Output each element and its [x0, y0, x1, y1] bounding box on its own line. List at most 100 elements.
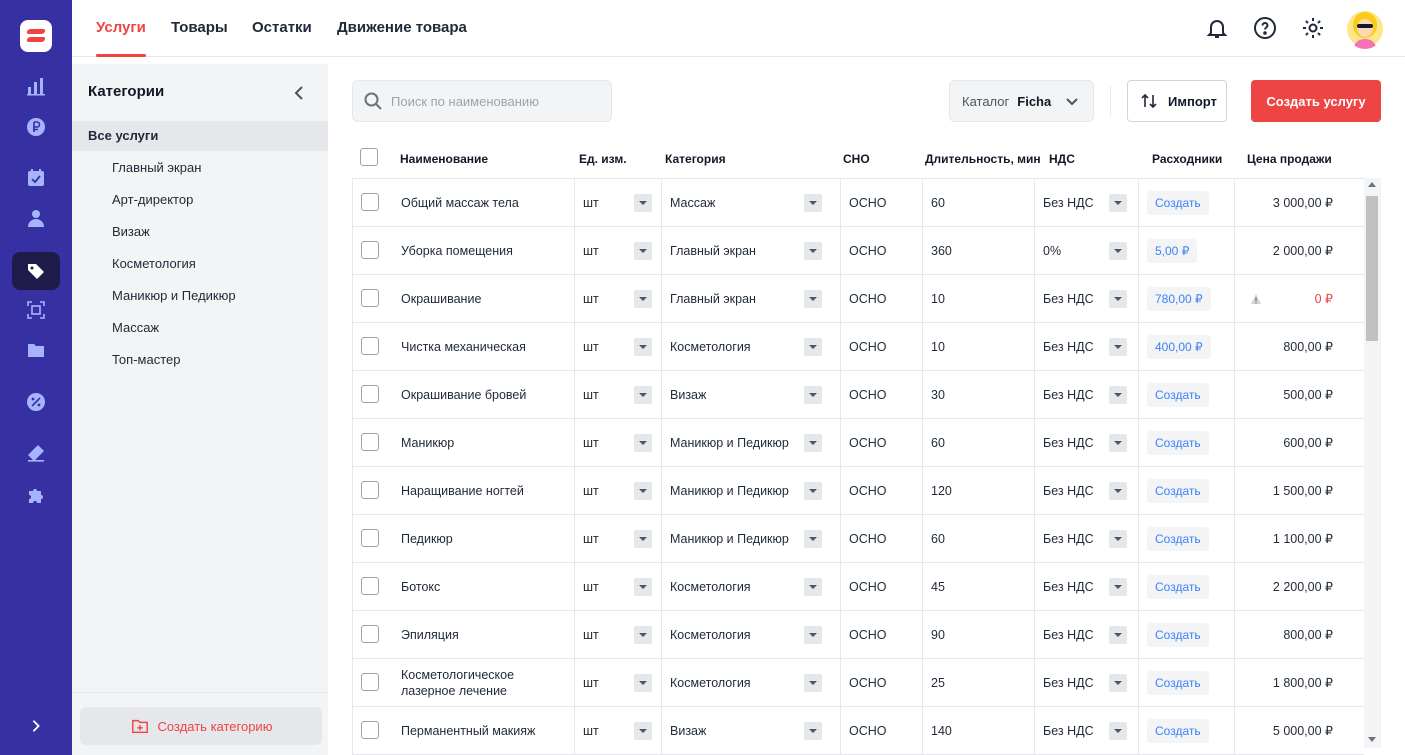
vat-dropdown[interactable]	[1109, 434, 1127, 452]
create-supplies-button[interactable]: Создать	[1147, 383, 1209, 407]
service-name[interactable]: Маникюр	[401, 419, 571, 466]
puzzle-icon[interactable]	[12, 476, 60, 514]
table-row[interactable]: Общий массаж тела шт Массаж ОСНО 60 Без НДС Со…	[353, 179, 1364, 227]
unit-dropdown[interactable]	[634, 242, 652, 260]
create-supplies-button[interactable]: Создать	[1147, 671, 1209, 695]
select-all-checkbox[interactable]	[360, 148, 378, 166]
table-row[interactable]: Косметологическое лазерное лечение шт Косм…	[353, 659, 1364, 707]
supplies-value[interactable]: 400,00 ₽	[1147, 335, 1211, 359]
table-row[interactable]: Чистка механическая шт Косметология ОСНО 10 Б…	[353, 323, 1364, 371]
vat-dropdown[interactable]	[1109, 386, 1127, 404]
unit-dropdown[interactable]	[634, 530, 652, 548]
unit-dropdown[interactable]	[634, 722, 652, 740]
user-icon[interactable]	[12, 199, 60, 237]
vat-dropdown[interactable]	[1109, 338, 1127, 356]
sidebar-item-makeup[interactable]: Визаж	[72, 217, 328, 247]
sale-price[interactable]: 800,00 ₽	[1283, 323, 1333, 370]
table-row[interactable]: Уборка помещения шт Главный экран ОСНО 360 0%…	[353, 227, 1364, 275]
category-dropdown[interactable]	[804, 194, 822, 212]
category-dropdown[interactable]	[804, 530, 822, 548]
tab-services[interactable]: Услуги	[96, 0, 146, 57]
create-category-button[interactable]: Создать категорию	[80, 707, 322, 745]
gear-icon[interactable]	[1301, 16, 1325, 40]
tab-goods-movement[interactable]: Движение товара	[337, 0, 467, 57]
duration-value[interactable]: 60	[931, 179, 945, 226]
service-name[interactable]: Общий массаж тела	[401, 179, 571, 226]
search-input[interactable]	[391, 81, 606, 121]
unit-dropdown[interactable]	[634, 434, 652, 452]
sale-price[interactable]: 1 800,00 ₽	[1273, 659, 1333, 706]
col-duration[interactable]: Длительность, мин	[925, 152, 1041, 166]
duration-value[interactable]: 25	[931, 659, 945, 706]
sidebar-item-cosmetology[interactable]: Косметология	[72, 249, 328, 279]
row-checkbox[interactable]	[361, 673, 379, 691]
create-supplies-button[interactable]: Создать	[1147, 719, 1209, 743]
unit-dropdown[interactable]	[634, 674, 652, 692]
service-name[interactable]: Косметологическое лазерное лечение	[401, 659, 571, 706]
col-price[interactable]: Цена продажи	[1247, 152, 1332, 166]
service-name[interactable]: Наращивание ногтей	[401, 467, 571, 514]
sale-price[interactable]: 800,00 ₽	[1283, 611, 1333, 658]
service-name[interactable]: Чистка механическая	[401, 323, 571, 370]
duration-value[interactable]: 60	[931, 515, 945, 562]
col-unit[interactable]: Ед. изм.	[579, 152, 627, 166]
scroll-thumb[interactable]	[1366, 196, 1378, 341]
vat-dropdown[interactable]	[1109, 722, 1127, 740]
sale-price[interactable]: 1 100,00 ₽	[1273, 515, 1333, 562]
row-checkbox[interactable]	[361, 433, 379, 451]
service-name[interactable]: Окрашивание	[401, 275, 571, 322]
table-row[interactable]: Перманентный макияж шт Визаж ОСНО 140 Без НДС…	[353, 707, 1364, 755]
unit-dropdown[interactable]	[634, 578, 652, 596]
create-service-button[interactable]: Создать услугу	[1251, 80, 1381, 122]
create-supplies-button[interactable]: Создать	[1147, 479, 1209, 503]
vat-dropdown[interactable]	[1109, 674, 1127, 692]
row-checkbox[interactable]	[361, 721, 379, 739]
row-checkbox[interactable]	[361, 625, 379, 643]
vat-dropdown[interactable]	[1109, 242, 1127, 260]
sale-price[interactable]: 500,00 ₽	[1283, 371, 1333, 418]
service-name[interactable]: Уборка помещения	[401, 227, 571, 274]
row-checkbox[interactable]	[361, 385, 379, 403]
table-row[interactable]: Педикюр шт Маникюр и Педикюр ОСНО 60 Без НДС С…	[353, 515, 1364, 563]
calendar-icon[interactable]	[12, 159, 60, 197]
create-supplies-button[interactable]: Создать	[1147, 527, 1209, 551]
category-dropdown[interactable]	[804, 626, 822, 644]
sale-price[interactable]: 3 000,00 ₽	[1273, 179, 1333, 226]
duration-value[interactable]: 140	[931, 707, 952, 754]
folder-icon[interactable]	[12, 331, 60, 369]
sidebar-item-top-master[interactable]: Топ-мастер	[72, 345, 328, 375]
create-supplies-button[interactable]: Создать	[1147, 623, 1209, 647]
table-row[interactable]: Ботокс шт Косметология ОСНО 45 Без НДС Создать…	[353, 563, 1364, 611]
duration-value[interactable]: 45	[931, 563, 945, 610]
col-supplies[interactable]: Расходники	[1152, 152, 1222, 166]
duration-value[interactable]: 30	[931, 371, 945, 418]
app-logo[interactable]	[20, 20, 52, 52]
row-checkbox[interactable]	[361, 193, 379, 211]
service-name[interactable]: Окрашивание бровей	[401, 371, 571, 418]
supplies-value[interactable]: 5,00 ₽	[1147, 239, 1198, 263]
ruble-icon[interactable]	[12, 108, 60, 146]
unit-dropdown[interactable]	[634, 194, 652, 212]
tab-stock[interactable]: Остатки	[252, 0, 312, 57]
help-icon[interactable]	[1253, 16, 1277, 40]
sidebar-item-massage[interactable]: Массаж	[72, 313, 328, 343]
create-supplies-button[interactable]: Создать	[1147, 191, 1209, 215]
sidebar-item-art-director[interactable]: Арт-директор	[72, 185, 328, 215]
unit-dropdown[interactable]	[634, 626, 652, 644]
col-name[interactable]: Наименование	[400, 152, 488, 166]
percent-icon[interactable]	[12, 383, 60, 421]
duration-value[interactable]: 60	[931, 419, 945, 466]
sidebar-item-main-screen[interactable]: Главный экран	[72, 153, 328, 183]
duration-value[interactable]: 360	[931, 227, 952, 274]
supplies-value[interactable]: 780,00 ₽	[1147, 287, 1211, 311]
service-name[interactable]: Педикюр	[401, 515, 571, 562]
service-name[interactable]: Перманентный макияж	[401, 707, 571, 754]
duration-value[interactable]: 10	[931, 323, 945, 370]
sale-price[interactable]: 1 500,00 ₽	[1273, 467, 1333, 514]
tab-goods[interactable]: Товары	[171, 0, 228, 57]
table-scrollbar[interactable]	[1364, 178, 1381, 748]
col-sno[interactable]: СНО	[843, 152, 870, 166]
row-checkbox[interactable]	[361, 529, 379, 547]
catalog-select[interactable]: Каталог Ficha	[949, 80, 1094, 122]
category-dropdown[interactable]	[804, 722, 822, 740]
